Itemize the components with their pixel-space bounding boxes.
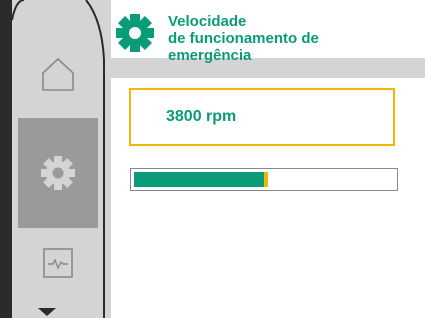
gear-icon — [116, 14, 154, 52]
gear-icon — [41, 156, 75, 190]
device-frame-edge — [0, 0, 12, 318]
nav-item-home[interactable] — [18, 26, 98, 122]
page-title-line: emergência — [168, 47, 252, 64]
home-icon — [42, 57, 74, 91]
page-title: Velocidade de funcionamento de emergênci… — [168, 13, 398, 64]
speed-value-text: 3800 rpm — [166, 108, 237, 125]
screen: Velocidade de funcionamento de emergênci… — [0, 0, 425, 318]
nav-item-settings[interactable] — [18, 118, 98, 228]
chevron-down-icon[interactable] — [38, 308, 56, 316]
diagnostics-icon — [43, 248, 73, 278]
speed-progress-marker — [264, 172, 268, 187]
page-title-line: de funcionamento de — [168, 30, 319, 47]
page-title-line: Velocidade — [168, 13, 247, 30]
speed-progress-bar — [130, 168, 398, 191]
speed-progress-fill — [134, 172, 264, 187]
nav-item-diagnostics[interactable] — [18, 228, 98, 298]
